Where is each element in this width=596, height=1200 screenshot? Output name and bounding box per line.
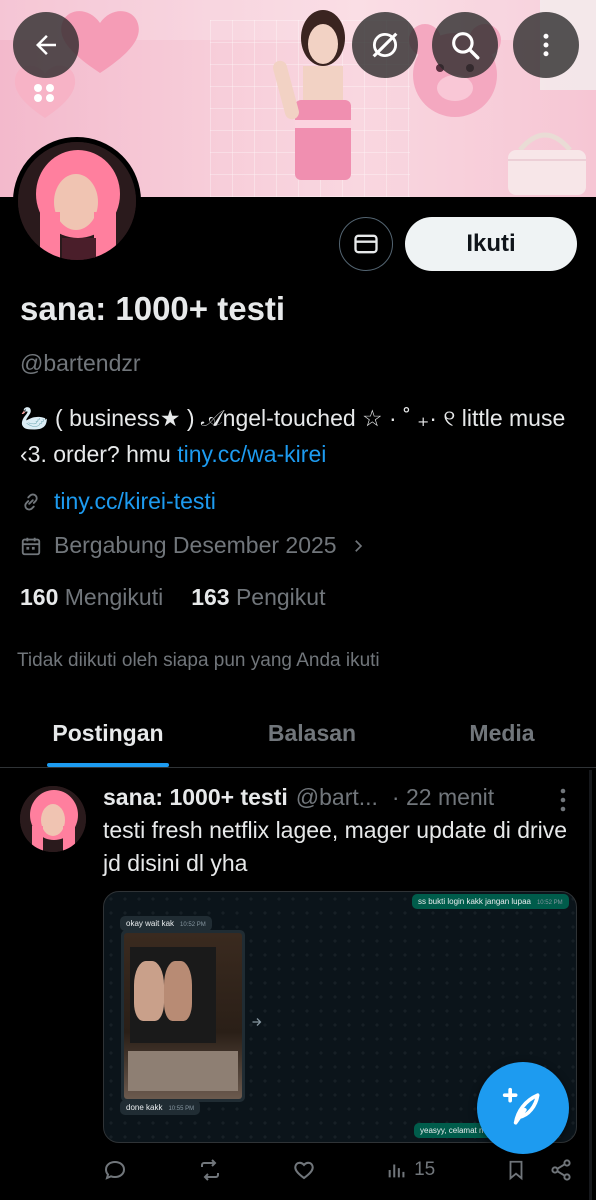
chat-bubble-in: done kakk 10:55 PM bbox=[120, 1100, 201, 1115]
chat-message-time: 10:52 PM bbox=[180, 922, 206, 928]
more-vertical-icon bbox=[543, 33, 549, 57]
chat-message-text: done kakk bbox=[126, 1103, 163, 1112]
laptop-keyboard-image bbox=[128, 1051, 238, 1091]
heart-icon bbox=[294, 1161, 315, 1180]
repost-button[interactable] bbox=[197, 1158, 223, 1182]
post-author-handle: @bart... bbox=[295, 784, 378, 810]
chat-message-text: okay wait kak bbox=[126, 919, 175, 928]
profile-joined-date: Bergabung Desember 2025 bbox=[54, 532, 337, 558]
avatar-image bbox=[18, 142, 136, 260]
profile-tabs: Postingan Balasan Media bbox=[0, 700, 596, 768]
compose-post-button[interactable] bbox=[477, 1062, 569, 1154]
chat-message-time: 10:55 PM bbox=[168, 1106, 195, 1112]
chevron-right-icon bbox=[354, 539, 362, 552]
views-stat[interactable]: 15 bbox=[386, 1159, 435, 1181]
photo-face-left bbox=[134, 961, 164, 1021]
feather-plus-icon bbox=[502, 1087, 540, 1125]
post-avatar-image bbox=[20, 786, 86, 852]
followers-label: Pengikut bbox=[235, 584, 326, 610]
post-author-avatar[interactable] bbox=[20, 786, 86, 852]
photo-face-right bbox=[164, 961, 192, 1021]
search-button[interactable] bbox=[432, 12, 498, 78]
reply-button[interactable] bbox=[103, 1158, 127, 1182]
profile-bio: 🦢 ( business★ ) 𝒜ngel-touched ☆ · ˚ ₊· ୧… bbox=[20, 400, 580, 472]
search-icon bbox=[452, 32, 480, 60]
post-timestamp: · 22 menit bbox=[391, 784, 495, 810]
avatar[interactable] bbox=[13, 137, 141, 265]
views-count: 15 bbox=[414, 1159, 436, 1180]
profile-handle: @bartendzr bbox=[20, 350, 141, 376]
share-icon[interactable] bbox=[549, 1158, 573, 1182]
followers-count: 163 bbox=[191, 584, 230, 610]
link-icon bbox=[24, 493, 38, 510]
repost-icon bbox=[200, 1159, 219, 1181]
profile-stats: 160 Mengikuti 163 Pengikut bbox=[20, 584, 325, 611]
profile-display-name: sana: 1000+ testi bbox=[20, 290, 286, 327]
chat-bubble-in: okay wait kak 10:52 PM bbox=[120, 916, 212, 931]
scrollbar-track bbox=[589, 770, 592, 1200]
tab-posts[interactable]: Postingan bbox=[0, 700, 216, 767]
chat-message-time: 10:52 PM bbox=[536, 900, 563, 906]
post-author-name[interactable]: sana: 1000+ testi bbox=[103, 784, 288, 811]
banner-bag-image bbox=[508, 132, 586, 195]
bar-chart-icon bbox=[388, 1164, 405, 1178]
calendar-icon bbox=[21, 537, 41, 555]
bio-link[interactable]: tiny.cc/wa-kirei bbox=[177, 441, 326, 467]
following-stat[interactable]: 160 Mengikuti bbox=[20, 584, 163, 611]
followers-stat[interactable]: 163 Pengikut bbox=[191, 584, 325, 611]
chat-photo bbox=[121, 930, 245, 1102]
profile-joined-row[interactable]: Bergabung Desember 2025 bbox=[20, 532, 379, 559]
arrow-left-icon bbox=[36, 35, 56, 55]
profile-website-link[interactable]: tiny.cc/kirei-testi bbox=[54, 488, 216, 515]
chat-bubble-out: ss bukti login kakk jangan lupaa 10:52 PM bbox=[412, 894, 569, 909]
post-action-bar: 15 bbox=[103, 1158, 573, 1182]
post-more-icon[interactable] bbox=[553, 786, 573, 814]
hide-profile-button[interactable] bbox=[352, 12, 418, 78]
tab-media[interactable]: Media bbox=[408, 700, 596, 767]
following-count: 160 bbox=[20, 584, 59, 610]
post-extra-actions bbox=[505, 1158, 573, 1182]
like-button[interactable] bbox=[292, 1158, 316, 1182]
bookmark-icon[interactable] bbox=[505, 1158, 527, 1182]
envelope-icon bbox=[354, 234, 378, 254]
chat-message-text: ss bukti login kakk jangan lupaa bbox=[418, 897, 531, 906]
follow-button[interactable]: Ikuti bbox=[405, 217, 577, 271]
profile-website-row: tiny.cc/kirei-testi bbox=[20, 488, 216, 515]
message-button[interactable] bbox=[339, 217, 393, 271]
post-text: testi fresh netflix lagee, mager update … bbox=[103, 817, 568, 876]
following-label: Mengikuti bbox=[64, 584, 164, 610]
back-button[interactable] bbox=[13, 12, 79, 78]
chat-message-text: yeasyy, celamat me bbox=[420, 1126, 491, 1135]
post-header: sana: 1000+ testi @bart... · 22 menit bbox=[103, 784, 563, 811]
more-options-button[interactable] bbox=[513, 12, 579, 78]
forward-icon bbox=[252, 1018, 262, 1026]
followed-by-note: Tidak diikuti oleh siapa pun yang Anda i… bbox=[17, 650, 380, 671]
tab-replies[interactable]: Balasan bbox=[216, 700, 408, 767]
eye-slash-icon bbox=[372, 32, 398, 58]
reply-icon bbox=[104, 1160, 126, 1180]
